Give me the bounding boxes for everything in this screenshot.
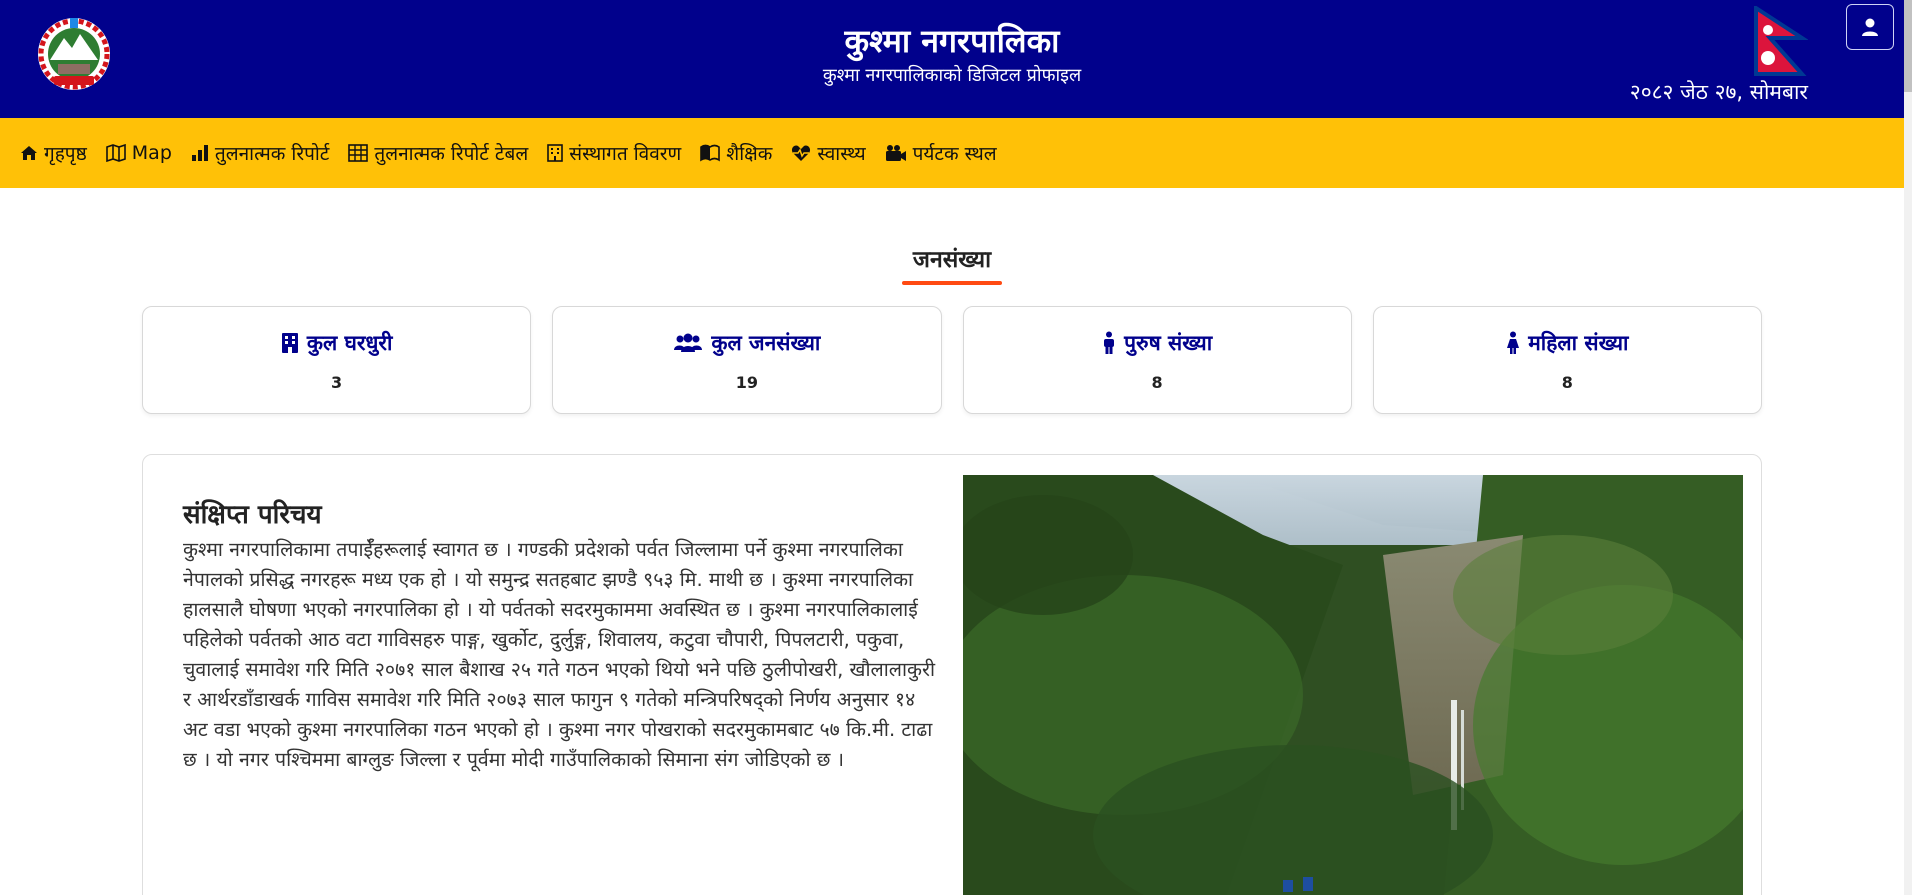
page-scrollbar[interactable] [1904,0,1912,895]
main-navigation: गृहपृष्ठ Map तुलनात्मक रिपोर्ट तुलनात्मक… [0,118,1904,188]
section-title-underline [902,281,1002,285]
nav-item-tourist-places[interactable]: पर्यटक स्थल [885,140,997,166]
building-icon [547,144,564,162]
users-icon [674,333,703,352]
population-stats: कुल घरधुरी 3 कुल जनसंख्या 19 पुरुष संख्य… [142,306,1762,414]
building-icon [281,332,298,353]
table-icon [348,144,369,162]
map-icon [105,144,126,162]
nav-item-map[interactable]: Map [105,142,172,164]
heart-pulse-icon [792,145,811,161]
nav-item-label: पर्यटक स्थल [912,143,997,165]
bar-chart-icon [191,145,208,161]
nav-item-label: Map [131,142,172,164]
nav-item-home[interactable]: गृहपृष्ठ [20,140,87,166]
nav-item-education[interactable]: शैक्षिक [700,140,772,166]
user-account-button[interactable] [1846,4,1894,50]
camera-icon [885,145,906,161]
nav-item-institutional-details[interactable]: संस्थागत विवरण [547,140,681,166]
nav-item-comparative-report[interactable]: तुलनात्मक रिपोर्ट [191,140,330,166]
female-icon [1507,331,1520,354]
home-icon [21,146,37,160]
stat-card-value: 8 [1151,372,1163,392]
stat-card-total-population: कुल जनसंख्या 19 [552,306,942,414]
stat-card-female-population: महिला संख्या 8 [1372,306,1762,414]
nav-item-label: संस्थागत विवरण [569,143,682,165]
site-title: कुश्मा नगरपालिका [844,22,1060,60]
stat-card-male-population: पुरुष संख्या 8 [962,306,1352,414]
nav-item-comparative-report-table[interactable]: तुलनात्मक रिपोर्ट टेबल [348,140,528,166]
header-title-block: कुश्मा नगरपालिका कुश्मा नगरपालिकाको डिजि… [0,20,1904,88]
stat-card-value: 3 [331,372,343,392]
scrollbar-thumb[interactable] [1904,0,1912,92]
stat-card-label: पुरुष संख्या [1124,330,1213,355]
stat-card-households: कुल घरधुरी 3 [142,306,532,414]
stat-card-label: कुल घरधुरी [306,330,393,355]
nav-item-label: तुलनात्मक रिपोर्ट टेबल [374,143,529,165]
stat-card-label: महिला संख्या [1528,330,1629,355]
nepal-flag-icon [1752,4,1809,78]
nav-item-label: शैक्षिक [726,143,773,165]
site-header: कुश्मा नगरपालिका कुश्मा नगरपालिकाको डिजि… [0,0,1904,118]
book-icon [700,144,721,162]
nav-item-label: तुलनात्मक रिपोर्ट [214,143,330,165]
intro-panel: संक्षिप्त परिचय कुश्मा नगरपालिकामा तपाईँ… [142,454,1762,895]
waterfall-forest-photo [963,475,1743,895]
stat-card-value: 19 [735,372,758,392]
population-section-title: जनसंख्या [912,247,992,273]
nav-item-label: स्वास्थ्य [817,143,866,165]
site-subtitle: कुश्मा नगरपालिकाको डिजिटल प्रोफाइल [822,65,1082,86]
intro-paragraph: कुश्मा नगरपालिकामा तपाईँहरूलाई स्वागत छ … [183,538,936,771]
user-icon [1862,18,1878,36]
stat-card-value: 8 [1561,372,1573,392]
nav-item-health[interactable]: स्वास्थ्य [791,140,866,166]
intro-title: संक्षिप्त परिचय [183,500,322,530]
current-date: २०८२ जेठ २७, सोमबार [1629,80,1808,104]
nav-item-label: गृहपृष्ठ [44,143,87,165]
stat-card-label: कुल जनसंख्या [711,330,821,355]
male-icon [1104,331,1115,354]
